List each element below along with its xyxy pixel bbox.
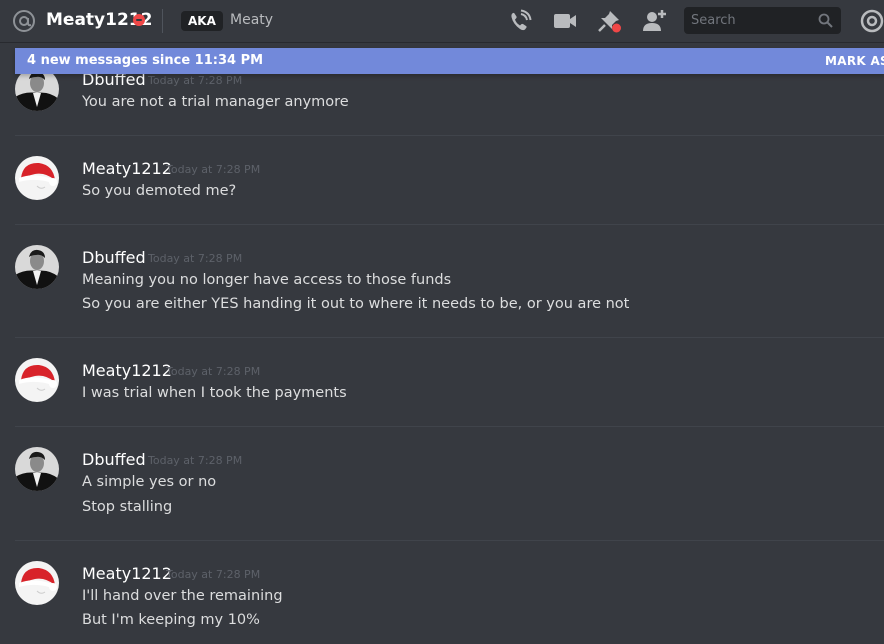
aka-badge: AKA [181,11,223,31]
search-input[interactable] [684,7,816,34]
at-sign-icon [13,10,35,32]
video-camera-icon[interactable] [552,8,578,34]
message-divider [15,135,884,136]
message-text: You are not a trial manager anymore [82,94,349,110]
message-text: I'll hand over the remaining [82,588,283,604]
message-timestamp: Today at 7:28 PM [166,568,261,581]
aka-name: Meaty [230,12,274,28]
message-timestamp: Today at 7:28 PM [166,163,261,176]
mentions-icon[interactable] [860,9,884,33]
phone-call-icon[interactable] [507,8,533,34]
mark-as-read-button[interactable]: MARK AS R [825,54,884,68]
message-divider [15,540,884,541]
message-author[interactable]: Dbuffed [82,248,146,267]
message-divider [15,426,884,427]
message-timestamp: Today at 7:28 PM [148,252,243,265]
new-messages-text[interactable]: 4 new messages since 11:34 PM [27,53,263,68]
avatar-dbuffed[interactable] [15,245,59,289]
message-author[interactable]: Dbuffed [82,450,146,469]
message-author[interactable]: Meaty1212 [82,361,172,380]
message-text: So you are either YES handing it out to … [82,296,630,312]
avatar-meaty1212[interactable] [15,358,59,402]
message-text: But I'm keeping my 10% [82,612,260,628]
dnd-status-icon [133,14,145,26]
add-user-icon[interactable] [641,8,667,34]
pin-icon[interactable] [596,8,622,34]
message-timestamp: Today at 7:28 PM [166,365,261,378]
message-text: I was trial when I took the payments [82,385,347,401]
channel-header: Meaty1212 AKA Meaty [0,0,884,42]
search-box[interactable] [684,7,841,34]
avatar-dbuffed[interactable] [15,447,59,491]
message-text: A simple yes or no [82,474,217,490]
new-messages-banner[interactable]: 4 new messages since 11:34 PM MARK AS R [15,48,884,74]
search-icon [818,13,833,28]
message-timestamp: Today at 7:28 PM [148,454,243,467]
avatar-meaty1212[interactable] [15,156,59,200]
message-author[interactable]: Meaty1212 [82,564,172,583]
message-divider [15,224,884,225]
message-author[interactable]: Meaty1212 [82,159,172,178]
message-divider [15,337,884,338]
avatar-meaty1212[interactable] [15,561,59,605]
message-text: Stop stalling [82,499,173,515]
header-divider [162,9,163,33]
message-timestamp: Today at 7:28 PM [148,74,243,87]
message-text: Meaning you no longer have access to tho… [82,272,452,288]
message-text: So you demoted me? [82,183,237,199]
message-list[interactable]: Dbuffed Today at 7:28 PM You are not a t… [0,42,884,644]
